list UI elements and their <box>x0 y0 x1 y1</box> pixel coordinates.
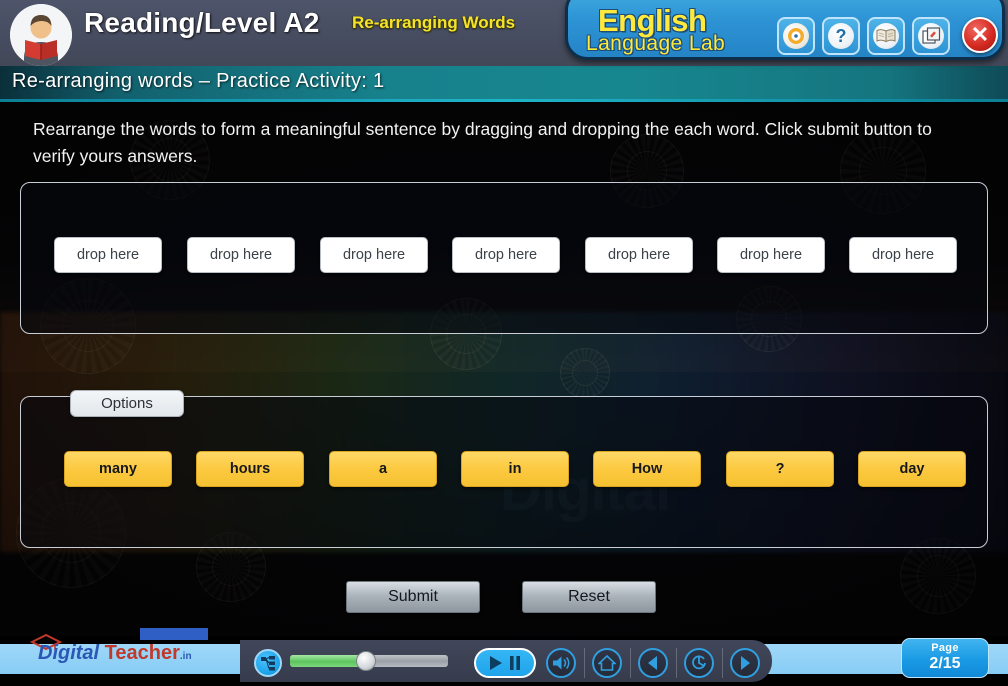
word-option-a[interactable]: a <box>329 451 437 487</box>
toolbar-tab-decor <box>140 628 208 640</box>
play-pause-button[interactable] <box>474 648 536 678</box>
dropzone-2[interactable]: drop here <box>187 237 295 273</box>
avatar <box>10 4 72 66</box>
record-disc-icon[interactable] <box>777 17 815 55</box>
word-option-how[interactable]: How <box>593 451 701 487</box>
record-disc-glyph <box>783 23 809 49</box>
brand-title-line2: Language Lab <box>586 32 726 55</box>
brand-pod: English Language Lab ? <box>565 0 1005 60</box>
app-window: Reading/Level A2 Re-arranging Words Engl… <box>0 0 1008 686</box>
word-option-many[interactable]: many <box>64 451 172 487</box>
word-option-hours[interactable]: hours <box>196 451 304 487</box>
activity-title-bar: Re-arranging words – Practice Activity: … <box>0 66 1008 99</box>
dictionary-book-icon[interactable] <box>867 17 905 55</box>
progress-slider[interactable] <box>290 651 448 671</box>
toolbar-divider <box>676 648 677 678</box>
page-value: 2/15 <box>929 655 961 672</box>
window-copy-icon[interactable] <box>912 17 950 55</box>
logo-tld: .in <box>179 651 192 662</box>
dropzone-3[interactable]: drop here <box>320 237 428 273</box>
previous-icon[interactable] <box>638 648 668 678</box>
dropzone-5[interactable]: drop here <box>585 237 693 273</box>
dropzone-6[interactable]: drop here <box>717 237 825 273</box>
page-indicator-badge[interactable]: Page 2/15 <box>901 638 989 678</box>
activity-subtitle: Re-arranging Words <box>352 13 516 32</box>
logo-teacher: Teacher <box>99 642 180 664</box>
window-copy-glyph <box>918 23 944 49</box>
options-tab-label: Options <box>70 390 184 417</box>
bottom-toolbar: Digital Teacher.in <box>0 628 1008 686</box>
submit-button[interactable]: Submit <box>346 581 480 613</box>
word-option-day[interactable]: day <box>858 451 966 487</box>
app-header: Reading/Level A2 Re-arranging Words Engl… <box>0 0 1008 66</box>
progress-slider-fill <box>290 655 365 667</box>
title-bar-divider <box>0 99 1008 102</box>
next-icon[interactable] <box>730 648 760 678</box>
home-icon[interactable] <box>592 648 622 678</box>
toolbar-divider <box>584 648 585 678</box>
dropzone-7[interactable]: drop here <box>849 237 957 273</box>
digital-teacher-logo: Digital Teacher.in <box>38 642 192 665</box>
logo-digital: Digital <box>38 642 100 664</box>
help-question-glyph: ? <box>828 23 854 49</box>
activity-stage: Digital Rearrange the words to form a me… <box>0 102 1008 636</box>
close-icon[interactable]: ✕ <box>962 17 998 53</box>
volume-icon[interactable] <box>546 648 576 678</box>
header-icon-group: ? <box>777 17 950 55</box>
dropzone-4[interactable]: drop here <box>452 237 560 273</box>
help-question-icon[interactable]: ? <box>822 17 860 55</box>
activity-title-text: Re-arranging words – Practice Activity: … <box>12 70 385 92</box>
word-option-in[interactable]: in <box>461 451 569 487</box>
reset-button[interactable]: Reset <box>522 581 656 613</box>
dropzone-1[interactable]: drop here <box>54 237 162 273</box>
instruction-text: Rearrange the words to form a meaningful… <box>33 119 932 167</box>
index-tree-icon[interactable] <box>254 649 282 677</box>
page-label: Page <box>931 642 959 654</box>
toolbar-divider <box>630 648 631 678</box>
word-option-qmark[interactable]: ? <box>726 451 834 487</box>
page-title: Reading/Level A2 <box>84 7 320 38</box>
toolbar-divider <box>722 648 723 678</box>
refresh-icon[interactable] <box>684 648 714 678</box>
dictionary-book-glyph <box>873 23 899 49</box>
